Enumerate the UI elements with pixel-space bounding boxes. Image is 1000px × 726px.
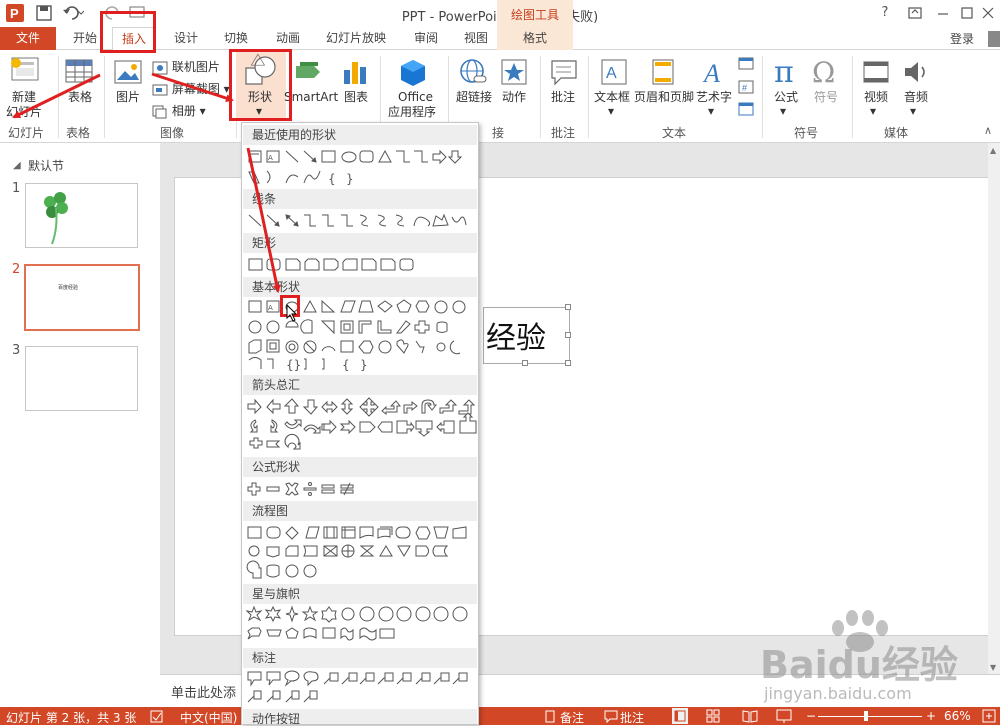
- watermark-url: jingyan.baidu.com: [764, 684, 912, 703]
- watermark-brand: Baidu: [760, 643, 882, 687]
- watermark-cn: 经验: [881, 643, 958, 687]
- mouse-cursor-icon: [286, 304, 298, 322]
